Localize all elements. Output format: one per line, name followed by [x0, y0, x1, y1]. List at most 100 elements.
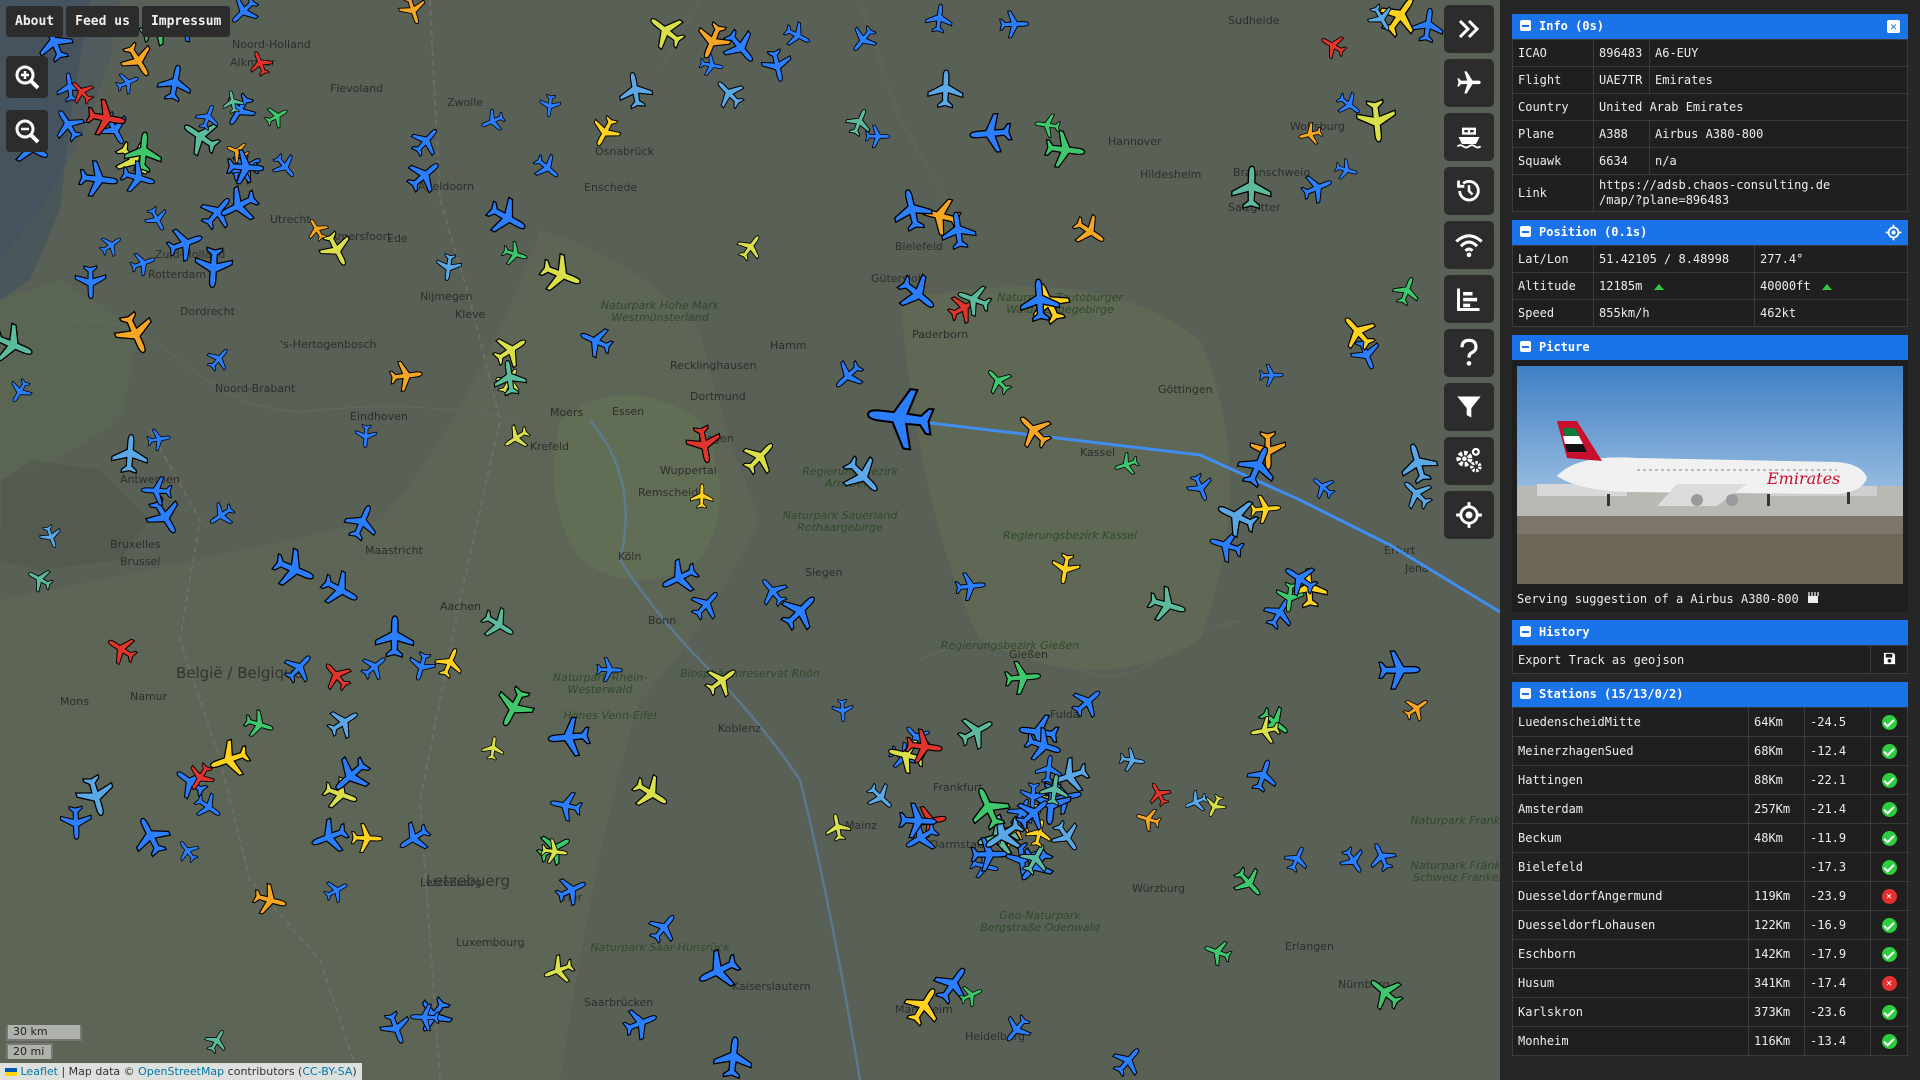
filter-button[interactable] [1444, 383, 1494, 431]
aircraft-marker[interactable] [163, 222, 207, 265]
aircraft-marker[interactable] [1228, 862, 1271, 905]
collapse-sidebar-button[interactable] [1444, 5, 1494, 53]
aircraft-marker[interactable] [190, 789, 227, 826]
aircraft-marker[interactable] [774, 585, 827, 638]
aircraft-marker[interactable] [535, 249, 587, 300]
aircraft-marker[interactable] [1281, 842, 1313, 875]
close-icon[interactable]: ✕ [1887, 20, 1900, 33]
aircraft-marker[interactable] [620, 1002, 662, 1043]
aircraft-marker[interactable] [691, 944, 745, 997]
aircraft-marker[interactable] [831, 698, 854, 723]
aircraft-marker[interactable] [1201, 936, 1235, 969]
aircraft-marker[interactable] [0, 319, 39, 371]
aircraft-marker[interactable] [954, 571, 986, 602]
aircraft-marker[interactable] [595, 657, 623, 683]
aircraft-marker[interactable] [641, 6, 692, 56]
aircraft-marker[interactable] [201, 1025, 232, 1057]
aircraft-marker[interactable] [1395, 439, 1441, 487]
aircraft-marker[interactable] [377, 1008, 416, 1048]
collapse-position-icon[interactable] [1520, 226, 1531, 237]
aircraft-marker[interactable] [1145, 583, 1190, 627]
collapse-history-icon[interactable] [1520, 626, 1531, 637]
impressum-button[interactable]: Impressum [141, 6, 231, 37]
aircraft-marker[interactable] [4, 375, 36, 407]
aircraft-marker[interactable] [684, 423, 724, 466]
aircraft-marker[interactable] [1181, 788, 1211, 817]
aircraft-marker[interactable] [172, 835, 203, 866]
aircraft-marker[interactable] [889, 186, 935, 234]
aircraft-marker[interactable] [539, 952, 578, 989]
aircraft-marker[interactable] [698, 52, 725, 78]
feed-us-button[interactable]: Feed us [66, 6, 139, 37]
aircraft-marker[interactable] [250, 881, 290, 919]
receivers-button[interactable] [1444, 221, 1494, 269]
collapse-stations-icon[interactable] [1520, 688, 1531, 699]
aircraft-marker[interactable] [1410, 6, 1446, 44]
aircraft-marker[interactable] [643, 907, 684, 949]
aircraft-marker[interactable] [193, 101, 224, 133]
aircraft-marker[interactable] [997, 1010, 1036, 1049]
aircraft-marker[interactable] [1066, 681, 1109, 724]
aircraft-marker[interactable] [1364, 838, 1400, 875]
ships-layer-button[interactable] [1444, 113, 1494, 161]
aircraft-marker[interactable] [823, 812, 853, 843]
aircraft-marker[interactable] [481, 735, 506, 761]
help-button[interactable] [1444, 329, 1494, 377]
aircraft-marker[interactable] [1316, 29, 1350, 63]
aircraft-photo[interactable]: Emirates [1517, 366, 1903, 584]
aircraft-marker[interactable] [1336, 843, 1371, 879]
collapse-info-icon[interactable] [1520, 20, 1531, 31]
aircraft-marker[interactable] [306, 814, 352, 859]
aircraft-marker[interactable] [218, 89, 261, 133]
aircraft-marker[interactable] [340, 499, 384, 544]
aircraft-marker[interactable] [1298, 169, 1337, 207]
aircraft-marker[interactable] [1143, 778, 1174, 810]
aircraft-marker[interactable] [891, 267, 945, 321]
aircraft-marker[interactable] [1184, 470, 1218, 505]
aircraft-marker[interactable] [1118, 747, 1146, 774]
aircraft-marker[interactable] [1259, 363, 1284, 387]
aircraft-marker[interactable] [538, 93, 562, 119]
aircraft-marker[interactable] [861, 778, 900, 816]
aircraft-marker[interactable] [700, 659, 744, 703]
aircraft-marker[interactable] [616, 70, 654, 110]
aircraft-marker[interactable] [476, 602, 521, 646]
aircraft-marker[interactable] [322, 701, 365, 743]
aircraft-marker[interactable] [712, 1035, 754, 1080]
aircraft-marker[interactable] [320, 875, 352, 906]
aircraft-marker[interactable] [1390, 273, 1424, 308]
aircraft-marker[interactable] [396, 0, 430, 28]
aircraft-marker[interactable] [998, 10, 1030, 39]
aircraft-marker[interactable] [736, 433, 784, 481]
zoom-in-button[interactable] [6, 56, 48, 98]
aircraft-marker[interactable] [1399, 691, 1434, 725]
aircraft-marker[interactable] [261, 101, 292, 132]
aircraft-marker[interactable] [575, 321, 617, 362]
aircraft-marker[interactable] [127, 248, 158, 278]
aircraft-marker[interactable] [1049, 552, 1082, 586]
aircraft-marker[interactable] [953, 708, 1000, 754]
aircraft-marker[interactable] [405, 650, 438, 684]
aircraft-marker[interactable] [77, 159, 119, 199]
aircraft-marker[interactable] [350, 823, 383, 853]
aircraft-marker[interactable] [1253, 701, 1296, 744]
aircraft-marker[interactable] [1033, 112, 1062, 139]
aircraft-marker[interactable] [845, 21, 882, 58]
aircraft-marker[interactable] [354, 423, 378, 449]
aircraft-marker[interactable] [1361, 969, 1409, 1016]
aircraft-marker[interactable] [59, 805, 92, 840]
aircraft-marker[interactable] [315, 566, 365, 615]
plane-link[interactable]: https://adsb.chaos-consulting.de/map/?pl… [1593, 174, 1908, 212]
aircraft-marker[interactable] [1355, 98, 1398, 144]
aircraft-marker[interactable] [1206, 526, 1247, 566]
aircraft-marker[interactable] [1133, 805, 1163, 834]
aircraft-marker[interactable] [110, 307, 162, 360]
aircraft-marker[interactable] [1107, 1040, 1149, 1080]
aircraft-marker[interactable] [435, 252, 463, 282]
aircraft-marker[interactable] [498, 420, 534, 455]
aircraft-marker[interactable] [1306, 471, 1339, 504]
license-link[interactable]: CC-BY-SA [302, 1065, 352, 1078]
aircraft-marker[interactable] [175, 111, 226, 162]
aircraft-marker[interactable] [96, 230, 127, 260]
aircraft-marker[interactable] [898, 980, 949, 1032]
